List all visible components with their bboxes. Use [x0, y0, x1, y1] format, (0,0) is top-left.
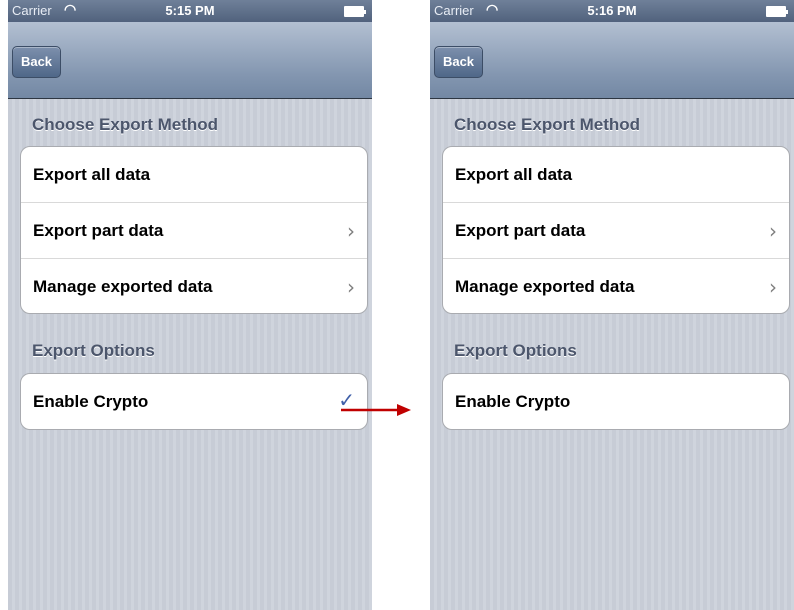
navigation-bar: Back: [430, 22, 794, 99]
export-options-group: Enable Crypto ✓: [20, 373, 368, 430]
status-time: 5:16 PM: [587, 3, 637, 18]
right-phone-screen: Carrier ◠ 5:16 PM Back Choose Export Met…: [430, 0, 794, 610]
back-button[interactable]: Back: [12, 46, 61, 78]
battery-icon: [766, 6, 788, 17]
cell-label: Enable Crypto: [33, 392, 149, 411]
arrow-head: [397, 404, 411, 416]
export-method-group: Export all data Export part data › Manag…: [20, 146, 368, 314]
cell-manage-exported-data[interactable]: Manage exported data ›: [21, 259, 367, 313]
chevron-right-icon: ›: [347, 275, 355, 299]
status-bar: Carrier ◠ 5:16 PM: [430, 0, 794, 22]
cell-label: Export part data: [455, 221, 586, 240]
left-phone-screen: Carrier ◠ 5:15 PM Back Choose Export Met…: [8, 0, 372, 610]
cell-label: Export all data: [33, 165, 151, 184]
cell-enable-crypto[interactable]: Enable Crypto: [443, 374, 789, 429]
section-header-export-method: Choose Export Method: [32, 115, 219, 134]
section-header-export-method: Choose Export Method: [454, 115, 641, 134]
back-button[interactable]: Back: [434, 46, 483, 78]
section-header-export-options: Export Options: [32, 341, 155, 360]
cell-enable-crypto[interactable]: Enable Crypto ✓: [21, 374, 367, 429]
section-header-export-options: Export Options: [454, 341, 577, 360]
export-options-group: Enable Crypto: [442, 373, 790, 430]
cell-label: Export all data: [455, 165, 573, 184]
cell-label: Manage exported data: [455, 277, 635, 296]
status-bar: Carrier ◠ 5:15 PM: [8, 0, 372, 22]
cell-label: Export part data: [33, 221, 164, 240]
cell-export-all-data[interactable]: Export all data: [21, 147, 367, 203]
export-method-group: Export all data Export part data › Manag…: [442, 146, 790, 314]
transition-arrow-icon: [341, 404, 411, 416]
chevron-right-icon: ›: [769, 219, 777, 243]
cell-export-part-data[interactable]: Export part data ›: [21, 203, 367, 259]
cell-export-all-data[interactable]: Export all data: [443, 147, 789, 203]
battery-icon: [344, 6, 366, 17]
chevron-right-icon: ›: [347, 219, 355, 243]
cell-export-part-data[interactable]: Export part data ›: [443, 203, 789, 259]
navigation-bar: Back: [8, 22, 372, 99]
status-time: 5:15 PM: [165, 3, 215, 18]
cell-label: Manage exported data: [33, 277, 213, 296]
cell-label: Enable Crypto: [455, 392, 571, 411]
cell-manage-exported-data[interactable]: Manage exported data ›: [443, 259, 789, 313]
chevron-right-icon: ›: [769, 275, 777, 299]
